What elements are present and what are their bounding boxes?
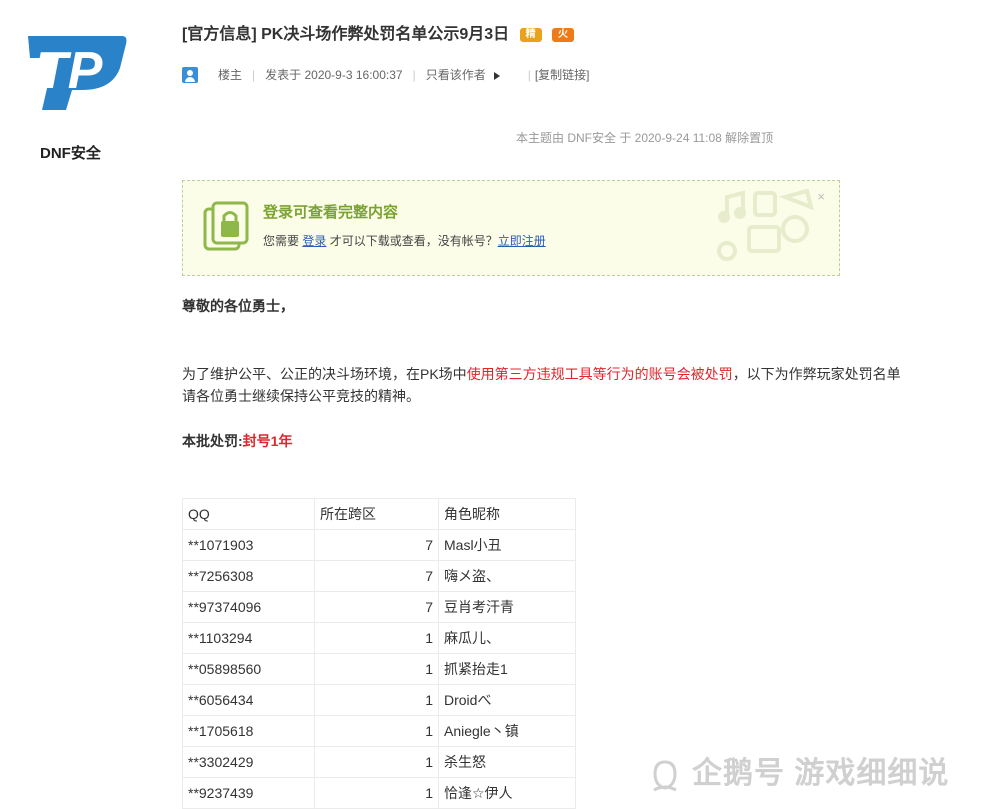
copy-link[interactable]: [复制链接] bbox=[535, 66, 590, 83]
table-row: **7256308 7 嗨メ盗、 bbox=[182, 560, 576, 592]
login-notice-title: 登录可查看完整内容 bbox=[263, 204, 399, 221]
nickname-cell: 麻瓜儿、 bbox=[438, 622, 576, 654]
table-row: **6056434 1 Droidべ bbox=[182, 684, 576, 716]
nickname-cell: 杀生怒 bbox=[438, 746, 576, 778]
nickname-cell: Masl小丑 bbox=[438, 529, 576, 561]
register-link[interactable]: 立即注册 bbox=[498, 234, 546, 248]
post-time: 发表于 2020-9-3 16:00:37 bbox=[265, 68, 403, 82]
nickname-cell: 抓紧抬走1 bbox=[438, 653, 576, 685]
zone-cell: 7 bbox=[314, 529, 439, 561]
zone-cell: 1 bbox=[314, 622, 439, 654]
qq-cell: **1705618 bbox=[182, 715, 315, 747]
zone-cell: 1 bbox=[314, 777, 439, 809]
zone-cell: 7 bbox=[314, 560, 439, 592]
play-arrow-icon bbox=[493, 71, 500, 80]
zone-cell: 1 bbox=[314, 715, 439, 747]
highlight-text: 使用第三方违规工具等行为的账号会被处罚 bbox=[466, 366, 733, 382]
column-header-zone: 所在跨区 bbox=[314, 498, 439, 530]
qq-cell: **3302429 bbox=[182, 746, 315, 778]
zone-cell: 1 bbox=[314, 746, 439, 778]
qq-cell: **1071903 bbox=[182, 529, 315, 561]
zone-cell: 1 bbox=[314, 653, 439, 685]
greeting: 尊敬的各位勇士， bbox=[182, 298, 294, 314]
qq-cell: **9237439 bbox=[182, 777, 315, 809]
svg-text:TP: TP bbox=[36, 42, 103, 100]
penalty-table: QQ 所在跨区 角色昵称 **1071903 7 Masl小丑 **7256308 7 嗨… bbox=[182, 498, 576, 809]
announcement-paragraph: 为了维护公平、公正的决斗场环境，在PK场中使用第三方违规工具等行为的账号会被处罚… bbox=[182, 366, 901, 404]
login-notice: 登录可查看完整内容 您需要 登录 才可以下载或查看，没有帐号？立即注册 × bbox=[182, 180, 840, 276]
table-row: **9237439 1 恰逢☆伊人 bbox=[182, 777, 576, 809]
table-row: **1705618 1 Aniegle丶镇 bbox=[182, 715, 576, 747]
watermark: 企鹅号 游戏细细说 bbox=[648, 748, 949, 792]
qq-cell: **97374096 bbox=[182, 591, 315, 623]
table-row: **1071903 7 Masl小丑 bbox=[182, 529, 576, 561]
table-row: **1103294 1 麻瓜儿、 bbox=[182, 622, 576, 654]
qq-cell: **1103294 bbox=[182, 622, 315, 654]
post-title: [官方信息] PK决斗场作弊处罚名单公示9月3日 bbox=[182, 26, 510, 43]
sticky-note: 本主题由 DNF安全 于 2020-9-24 11:08 解除置顶 bbox=[516, 131, 774, 145]
floor-label: 楼主 bbox=[218, 68, 243, 82]
punishment-value: 封号1年 bbox=[242, 433, 293, 449]
tp-logo-avatar[interactable]: TP bbox=[20, 28, 130, 114]
login-link[interactable]: 登录 bbox=[302, 234, 326, 248]
media-decoration-icon bbox=[717, 188, 814, 261]
nickname-cell: 恰逢☆伊人 bbox=[438, 777, 576, 809]
digest-badge-icon: 精 bbox=[519, 27, 542, 42]
divider: | bbox=[412, 67, 416, 82]
login-notice-text: 您需要 登录 才可以下载或查看，没有帐号？立即注册 bbox=[263, 234, 546, 248]
author-name[interactable]: DNF安全 bbox=[40, 142, 101, 163]
zone-cell: 1 bbox=[314, 684, 439, 716]
penguin-icon bbox=[653, 760, 677, 792]
close-icon[interactable]: × bbox=[817, 189, 825, 204]
post-meta: 楼主 | 发表于 2020-9-3 16:00:37 | 只看该作者 | [复制… bbox=[182, 66, 590, 83]
qq-cell: **7256308 bbox=[182, 560, 315, 592]
hot-badge-icon: 火 bbox=[552, 27, 575, 42]
only-author-link[interactable]: 只看该作者 bbox=[426, 66, 500, 83]
lock-file-icon bbox=[203, 201, 249, 251]
punishment-line: 本批处罚:封号1年 bbox=[182, 433, 293, 449]
nickname-cell: Droidべ bbox=[438, 684, 576, 716]
qq-cell: **6056434 bbox=[182, 684, 315, 716]
table-row: **3302429 1 杀生怒 bbox=[182, 746, 576, 778]
nickname-cell: 嗨メ盗、 bbox=[438, 560, 576, 592]
table-row: **05898560 1 抓紧抬走1 bbox=[182, 653, 576, 685]
nickname-cell: Aniegle丶镇 bbox=[438, 715, 576, 747]
nickname-cell: 豆肖考汗青 bbox=[438, 591, 576, 623]
post-title-row: [官方信息] PK决斗场作弊处罚名单公示9月3日 精 火 bbox=[182, 20, 575, 44]
table-header-row: QQ 所在跨区 角色昵称 bbox=[182, 498, 576, 530]
divider: | bbox=[527, 67, 531, 82]
column-header-nickname: 角色昵称 bbox=[438, 498, 576, 530]
qq-cell: **05898560 bbox=[182, 653, 315, 685]
column-header-qq: QQ bbox=[182, 498, 315, 530]
zone-cell: 7 bbox=[314, 591, 439, 623]
user-icon bbox=[182, 66, 198, 83]
divider: | bbox=[252, 67, 256, 82]
table-row: **97374096 7 豆肖考汗青 bbox=[182, 591, 576, 623]
